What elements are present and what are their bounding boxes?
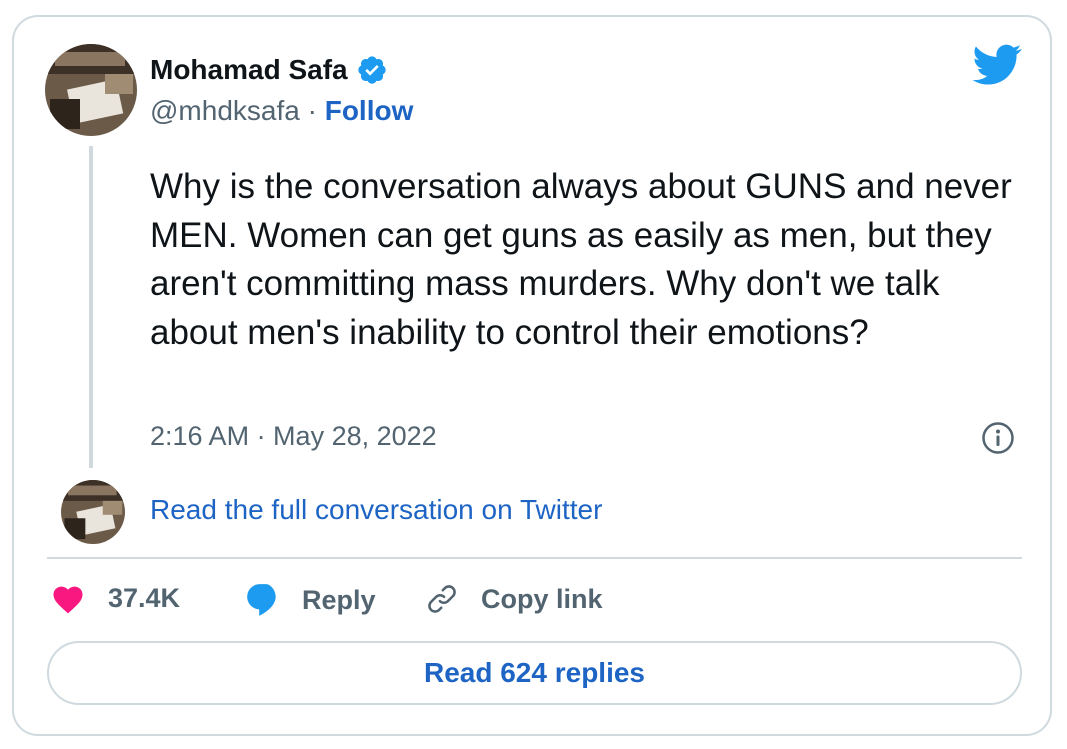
verified-badge-icon bbox=[357, 56, 386, 84]
speech-bubble-icon bbox=[247, 584, 276, 616]
author-handle-row: @mhdksafa · Follow bbox=[150, 95, 413, 127]
like-count: 37.4K bbox=[108, 582, 181, 613]
author-avatar[interactable] bbox=[45, 44, 137, 136]
separator-dot: · bbox=[307, 95, 317, 126]
thread-line bbox=[89, 146, 93, 468]
read-conversation-link[interactable]: Read the full conversation on Twitter bbox=[150, 494, 602, 526]
copy-link-label: Copy link bbox=[481, 583, 603, 614]
follow-button[interactable]: Follow bbox=[325, 95, 414, 126]
actions-divider bbox=[47, 557, 1022, 559]
copy-link-button[interactable]: Copy link bbox=[425, 582, 603, 616]
info-icon[interactable] bbox=[981, 421, 1015, 455]
tweet-text: Why is the conversation always about GUN… bbox=[150, 167, 1012, 352]
reply-label: Reply bbox=[302, 584, 376, 615]
tweet-timestamp[interactable]: 2:16 AM · May 28, 2022 bbox=[150, 421, 437, 452]
author-name-row: Mohamad Safa bbox=[150, 54, 388, 86]
read-replies-button[interactable]: Read 624 replies bbox=[47, 641, 1022, 705]
heart-icon bbox=[53, 586, 83, 614]
reply-button[interactable]: Reply bbox=[244, 582, 376, 618]
twitter-bird-icon[interactable] bbox=[972, 44, 1022, 86]
author-name[interactable]: Mohamad Safa bbox=[150, 54, 348, 86]
like-button[interactable]: 37.4K bbox=[50, 582, 180, 614]
conversation-avatar[interactable] bbox=[61, 480, 125, 544]
author-handle[interactable]: @mhdksafa bbox=[150, 95, 300, 126]
link-icon bbox=[428, 585, 456, 613]
